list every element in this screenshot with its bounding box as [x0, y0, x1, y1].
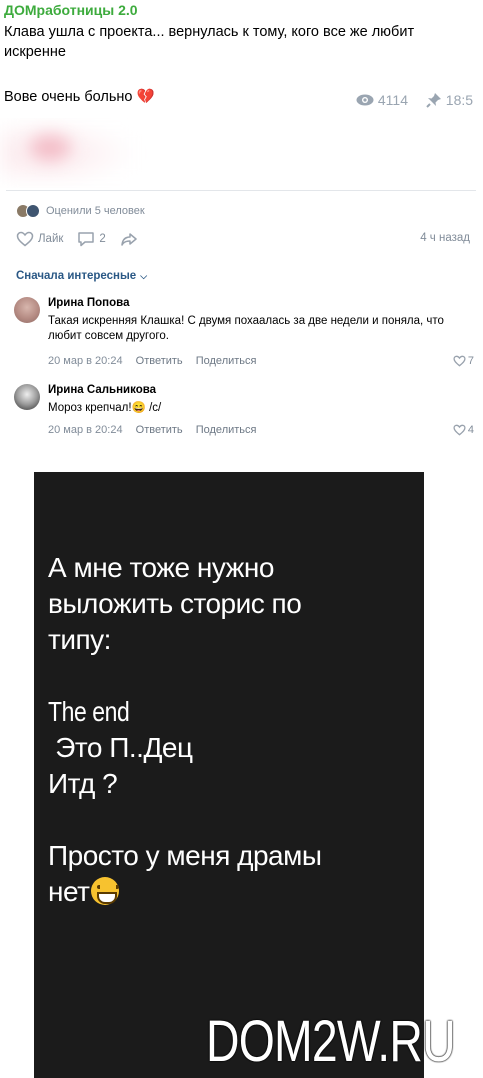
grinning-emoji-icon	[91, 877, 120, 905]
story-image: А мне тоже нужно выложить сторис по типу…	[34, 472, 424, 1078]
story-line: типу:	[48, 624, 111, 655]
story-line: выложить сторис по	[48, 588, 302, 619]
heart-icon	[16, 231, 34, 247]
heart-icon	[453, 355, 466, 367]
heart-icon	[453, 424, 466, 436]
story-line: нет	[48, 876, 90, 907]
channel-name[interactable]: ДОМработницы 2.0	[4, 2, 138, 18]
reply-button[interactable]: Ответить	[136, 424, 183, 436]
comment-author[interactable]: Ирина Попова	[48, 297, 129, 309]
reply-button[interactable]: Ответить	[136, 355, 183, 367]
rated-by[interactable]: Оценили 5 человек	[16, 202, 145, 220]
share-button[interactable]: Поделиться	[196, 424, 257, 436]
eye-icon	[356, 94, 374, 106]
post-meta: 4114 18:5	[356, 92, 473, 108]
comment-footer: 20 мар в 20:24 Ответить Поделиться	[48, 424, 266, 436]
comment: Ирина Сальникова Мороз крепчал!😄 /с/ 20 …	[14, 384, 480, 440]
story-line: Это П..Дец	[48, 732, 193, 763]
comment-like-button[interactable]: 7	[453, 355, 474, 367]
sort-label: Сначала интересные	[16, 270, 137, 282]
comment-like-button[interactable]: 4	[453, 424, 474, 436]
post-text: Клава ушла с проекта... вернулась к тому…	[4, 24, 415, 60]
avatar	[26, 204, 40, 218]
share-button[interactable]	[120, 231, 142, 247]
comment-footer: 20 мар в 20:24 Ответить Поделиться	[48, 355, 266, 367]
comment-likes: 7	[467, 355, 474, 367]
watermark: DOM2W.RU	[206, 1009, 456, 1074]
comment-date[interactable]: 20 мар в 20:24	[48, 424, 123, 436]
comment: Ирина Попова Такая искренняя Клашка! С д…	[14, 297, 480, 371]
rated-text: Оценили 5 человек	[46, 205, 145, 217]
comments-sort-dropdown[interactable]: Сначала интересные ⌵	[16, 270, 147, 282]
share-icon	[121, 233, 137, 246]
avatar[interactable]	[14, 384, 40, 410]
story-text: А мне тоже нужно выложить сторис по типу…	[48, 550, 414, 910]
post-actions: Лайк 2 4 ч назад	[16, 229, 476, 249]
comments-count: 2	[99, 233, 106, 245]
views-count: 4114	[377, 92, 408, 108]
divider	[6, 190, 476, 191]
comment-icon	[78, 232, 95, 247]
post-time: 18:5	[445, 92, 474, 108]
story-line: The end	[48, 696, 130, 727]
post-time-ago: 4 ч назад	[420, 232, 470, 244]
like-button[interactable]: Лайк	[16, 231, 63, 247]
comments-button[interactable]: 2	[77, 231, 106, 247]
story-line: Просто у меня драмы	[48, 840, 322, 871]
avatar[interactable]	[14, 297, 40, 323]
comment-author[interactable]: Ирина Сальникова	[48, 384, 156, 396]
comment-text: Мороз крепчал!😄 /с/	[48, 402, 162, 414]
comment-likes: 4	[467, 424, 474, 436]
story-line: А мне тоже нужно	[48, 552, 274, 583]
post-text-secondary: Вове очень больно 💔	[4, 89, 155, 105]
like-label: Лайк	[38, 233, 64, 245]
comment-date[interactable]: 20 мар в 20:24	[48, 355, 123, 367]
comment-text: Такая искренняя Клашка! С двумя похаалас…	[48, 315, 444, 342]
share-button[interactable]: Поделиться	[196, 355, 257, 367]
pin-icon	[426, 93, 441, 108]
chevron-down-icon: ⌵	[140, 271, 148, 281]
blurred-image	[0, 118, 483, 188]
story-line: Итд ?	[48, 768, 118, 799]
